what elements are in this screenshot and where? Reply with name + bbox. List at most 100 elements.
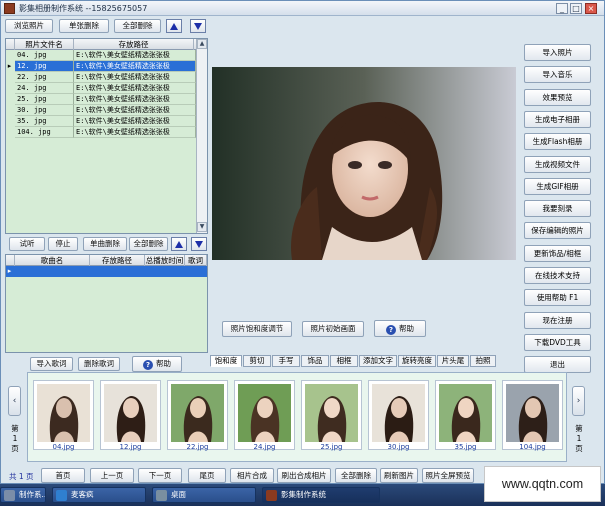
import-music-button[interactable]: 导入音乐 [524, 66, 591, 84]
next-page-button[interactable]: 下一页 [138, 468, 182, 483]
chevron-right-icon[interactable]: › [572, 386, 585, 416]
photo-grid-scrollbar[interactable]: ▲ ▼ [196, 39, 207, 233]
thumbnail[interactable]: 12.jpg [100, 380, 161, 451]
delete-one-photo-button[interactable]: 单张删除 [59, 19, 109, 33]
last-page-button[interactable]: 尾页 [188, 468, 226, 483]
photo-path-cell[interactable]: E:\软件\美女壁纸精选张张极 [74, 61, 196, 72]
photo-filename-cell[interactable]: 25. jpg [15, 94, 74, 105]
viewer-help-button[interactable]: ? 帮助 [374, 320, 426, 337]
close-button[interactable]: × [585, 3, 597, 14]
photo-filename-cell[interactable]: 24. jpg [15, 83, 74, 94]
music-list-grid[interactable]: 歌曲名 存放路径 总播放时间 歌词 ▸ [5, 254, 208, 353]
photo-path-cell[interactable]: E:\软件\美女壁纸精选张张极 [74, 72, 196, 83]
burn-disc-button[interactable]: 我要刻录 [524, 200, 591, 218]
maximize-button[interactable]: □ [570, 3, 582, 14]
first-page-button[interactable]: 首页 [41, 468, 85, 483]
photo-path-cell[interactable]: E:\软件\美女壁纸精选张张极 [74, 94, 196, 105]
photo-path-cell[interactable]: E:\软件\美女壁纸精选张张极 [74, 50, 196, 61]
delete-all-songs-button[interactable]: 全部删除 [129, 237, 168, 251]
page-total-label: 共 1 页 [9, 472, 34, 481]
thumbnail[interactable]: 04.jpg [33, 380, 94, 451]
tab-8[interactable]: 拍照 [470, 355, 496, 367]
photo-list-grid[interactable]: 照片文件名 存放路径 04. jpg E:\软件\美女壁纸精选张张极 ▸ 12. jp… [5, 38, 208, 234]
preview-effect-button[interactable]: 效果预览 [524, 88, 591, 106]
thumbnail[interactable]: 22.jpg [167, 380, 228, 451]
delete-all-photos-button[interactable]: 全部删除 [114, 19, 161, 33]
import-photos-button[interactable]: 导入照片 [524, 44, 591, 61]
photo-filename-cell[interactable]: 04. jpg [15, 50, 74, 61]
fullscreen-preview-button[interactable]: 照片全屏预览 [422, 468, 474, 483]
photo-filename-cell[interactable]: 22. jpg [15, 72, 74, 83]
song-up-button[interactable] [171, 237, 187, 251]
make-gif-album-button[interactable]: 生成GIF相册 [524, 177, 591, 195]
header-lyrics[interactable]: 歌词 [185, 255, 207, 266]
browse-photos-button[interactable]: 浏览照片 [5, 19, 53, 33]
photo-preview[interactable] [212, 67, 516, 260]
arrow-down-icon [195, 241, 203, 248]
initial-view-button[interactable]: 照片初始画面 [302, 321, 364, 337]
header-play-time[interactable]: 总播放时间 [145, 255, 185, 266]
lyrics-help-button[interactable]: ? 帮助 [132, 356, 182, 372]
thumbnail[interactable]: 30.jpg [368, 380, 429, 451]
thumbnail[interactable]: 24.jpg [234, 380, 295, 451]
tab-2[interactable]: 手写 [272, 355, 300, 367]
scroll-down-icon[interactable]: ▼ [197, 222, 207, 232]
photo-path-cell[interactable]: E:\软件\美女壁纸精选张张极 [74, 105, 196, 116]
delete-one-song-button[interactable]: 单曲删除 [83, 237, 127, 251]
song-down-button[interactable] [191, 237, 207, 251]
thumbnail[interactable]: 35.jpg [435, 380, 496, 451]
exit-button[interactable]: 退出 [524, 356, 591, 374]
scroll-up-icon[interactable]: ▲ [197, 39, 207, 49]
tab-0[interactable]: 饱和度 [210, 355, 242, 367]
header-song-path[interactable]: 存放路径 [90, 255, 145, 266]
make-video-file-button[interactable]: 生成视频文件 [524, 155, 591, 173]
save-edited-photo-button[interactable]: 保存编辑的照片 [524, 222, 591, 240]
music-selected-row[interactable]: ▸ [6, 266, 207, 277]
photo-compose-button[interactable]: 相片合成 [230, 468, 274, 483]
thumbnail[interactable]: 25.jpg [301, 380, 362, 451]
photo-filename-cell[interactable]: 12. jpg [15, 61, 74, 72]
thumbnail[interactable]: 104.jpg [502, 380, 563, 451]
taskbar-item[interactable]: 麦客疯 [52, 487, 146, 503]
tab-6[interactable]: 旋转亮度 [398, 355, 436, 367]
photo-filename-cell[interactable]: 104. jpg [15, 127, 74, 138]
tab-7[interactable]: 片头尾 [437, 355, 469, 367]
photo-filename-cell[interactable]: 30. jpg [15, 105, 74, 116]
online-support-button[interactable]: 在线技术支持 [524, 267, 591, 284]
prev-page-button[interactable]: 上一页 [90, 468, 134, 483]
saturation-adjust-button[interactable]: 照片饱和度调节 [222, 321, 292, 337]
header-path[interactable]: 存放路径 [74, 39, 194, 50]
register-now-button[interactable]: 现在注册 [524, 311, 591, 329]
thumbnail-caption: 30.jpg [387, 443, 410, 451]
photo-path-cell[interactable]: E:\软件\美女壁纸精选张张极 [74, 83, 196, 94]
listen-button[interactable]: 试听 [9, 237, 45, 251]
usage-help-button[interactable]: 使用帮助 F1 [524, 289, 591, 307]
header-song-name[interactable]: 歌曲名 [15, 255, 90, 266]
row-pointer-icon [6, 94, 13, 105]
move-down-button[interactable] [190, 19, 206, 33]
make-ealbum-button[interactable]: 生成电子相册 [524, 110, 591, 128]
photo-filename-cell[interactable]: 35. jpg [15, 116, 74, 127]
make-flash-album-button[interactable]: 生成Flash相册 [524, 133, 591, 151]
tab-4[interactable]: 相框 [330, 355, 358, 367]
taskbar-item[interactable]: 制作系... [0, 487, 46, 503]
header-filename[interactable]: 照片文件名 [15, 39, 74, 50]
export-composite-button[interactable]: 刷出合成相片 [277, 468, 331, 483]
delete-lyrics-button[interactable]: 删除歌词 [78, 357, 120, 371]
delete-all-thumbs-button[interactable]: 全部删除 [335, 468, 377, 483]
photo-path-cell[interactable]: E:\软件\美女壁纸精选张张极 [74, 127, 196, 138]
stop-button[interactable]: 停止 [48, 237, 78, 251]
import-lyrics-button[interactable]: 导入歌词 [30, 357, 73, 371]
taskbar-item[interactable]: 影集制作系统 [262, 487, 380, 503]
refresh-images-button[interactable]: 刷新图片 [380, 468, 418, 483]
photo-path-cell[interactable]: E:\软件\美女壁纸精选张张极 [74, 116, 196, 127]
download-dvd-tool-button[interactable]: 下载DVD工具 [524, 333, 591, 351]
tab-3[interactable]: 饰品 [301, 355, 329, 367]
update-accessories-button[interactable]: 更新饰品/相框 [524, 244, 591, 262]
tab-5[interactable]: 添加文字 [359, 355, 397, 367]
tab-1[interactable]: 剪切 [243, 355, 271, 367]
minimize-button[interactable]: _ [556, 3, 568, 14]
taskbar-item[interactable]: 桌面 [152, 487, 256, 503]
move-up-button[interactable] [166, 19, 182, 33]
chevron-left-icon[interactable]: ‹ [8, 386, 21, 416]
